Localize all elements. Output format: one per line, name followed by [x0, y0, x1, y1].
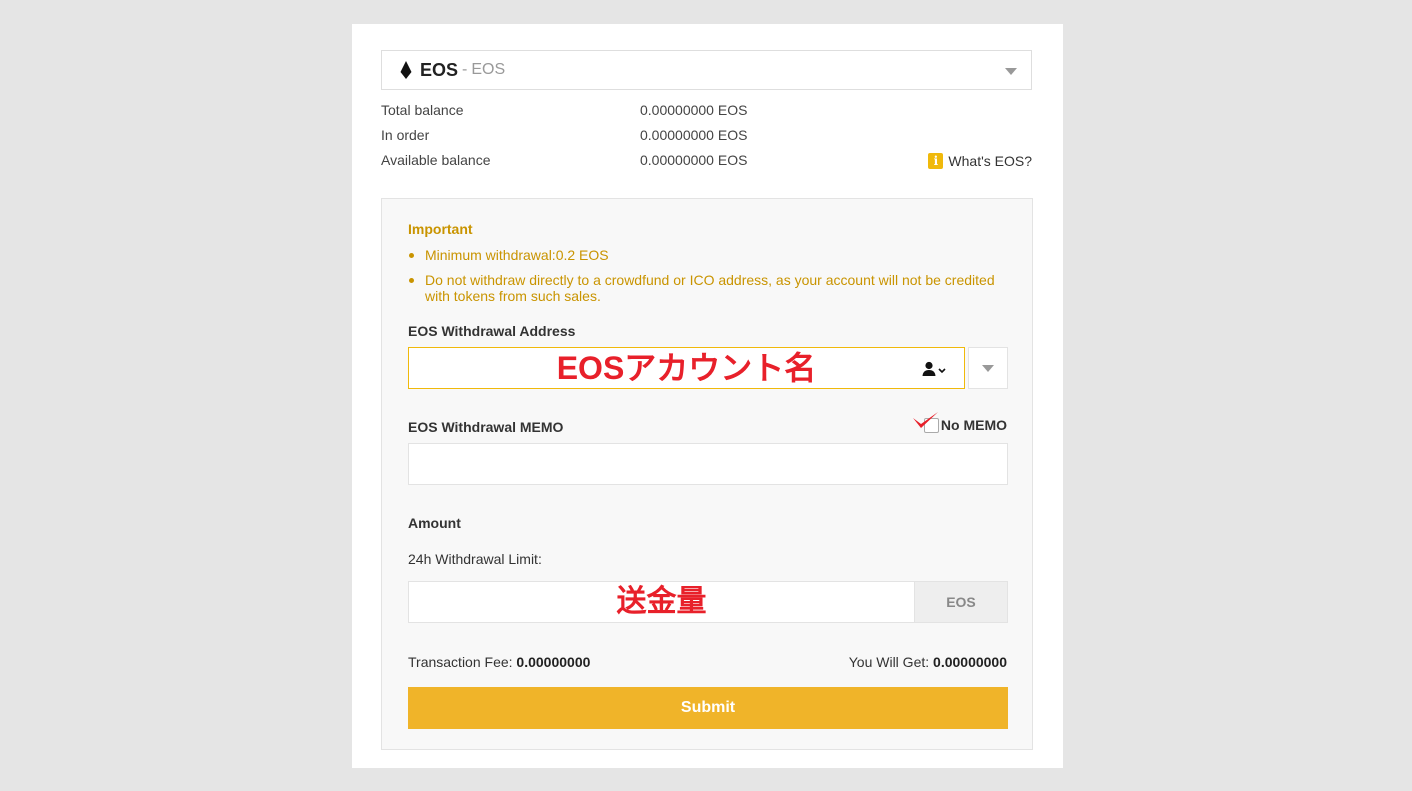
important-item: Do not withdraw directly to a crowdfund … [408, 272, 998, 304]
balance-value: 0.00000000 EOS [640, 102, 748, 118]
coin-name: EOS [471, 61, 506, 78]
important-item-text: Minimum withdrawal:0.2 EOS [425, 247, 609, 263]
fee-value: 0.00000000 [516, 654, 591, 670]
important-item-text: Do not withdraw directly to a crowdfund … [425, 272, 995, 304]
amount-input[interactable]: 送金量 [408, 581, 914, 623]
whats-eos-link[interactable]: i What's EOS? [928, 153, 1032, 169]
important-title: Important [408, 221, 473, 237]
important-item: Minimum withdrawal:0.2 EOS [408, 247, 998, 263]
balance-label: In order [381, 127, 430, 143]
fee-label: Transaction Fee: [408, 654, 513, 670]
amount-unit: EOS [914, 581, 1008, 623]
balance-label: Available balance [381, 152, 491, 168]
user-icon[interactable] [922, 361, 948, 377]
address-annotation: EOSアカウント名 [556, 350, 817, 386]
no-memo-label: No MEMO [940, 417, 1007, 433]
no-memo-toggle[interactable]: No MEMO [912, 411, 1007, 433]
info-icon: i [928, 153, 944, 169]
get-value: 0.00000000 [933, 654, 1007, 670]
bullet-icon [409, 278, 414, 283]
memo-label: EOS Withdrawal MEMO [408, 419, 564, 435]
checkmark-icon [912, 411, 938, 428]
coin-separator: - [462, 61, 468, 78]
balance-row-available: Available balance 0.00000000 EOS i What'… [381, 152, 1032, 170]
bullet-icon [409, 253, 414, 258]
coin-symbol: EOS [420, 59, 459, 80]
chevron-down-icon[interactable] [1005, 68, 1017, 75]
amount-annotation: 送金量 [616, 585, 707, 618]
balance-row-in-order: In order 0.00000000 EOS [381, 127, 1032, 145]
coin-selector[interactable]: EOS - EOS [381, 50, 1032, 90]
eos-icon [400, 61, 412, 79]
address-dropdown[interactable] [968, 347, 1008, 389]
withdraw-form-panel: Important Minimum withdrawal:0.2 EOS Do … [381, 198, 1033, 750]
transaction-fee: Transaction Fee: 0.00000000 [408, 654, 590, 670]
amount-label: Amount [408, 515, 461, 531]
whats-eos-label: What's EOS? [948, 153, 1032, 169]
no-memo-checkbox[interactable] [912, 411, 939, 433]
chevron-down-icon [982, 365, 994, 372]
withdrawal-limit-label: 24h Withdrawal Limit: [408, 551, 542, 567]
withdraw-card: EOS - EOS Total balance 0.00000000 EOS I… [352, 24, 1063, 768]
you-will-get: You Will Get: 0.00000000 [849, 654, 1007, 670]
get-label: You Will Get: [848, 654, 930, 670]
address-input[interactable]: EOSアカウント名 [408, 347, 965, 389]
balance-value: 0.00000000 EOS [640, 152, 748, 168]
address-label: EOS Withdrawal Address [408, 323, 576, 339]
balance-value: 0.00000000 EOS [640, 127, 748, 143]
balance-label: Total balance [381, 102, 464, 118]
memo-input[interactable] [408, 443, 1008, 485]
balance-row-total: Total balance 0.00000000 EOS [381, 102, 1032, 120]
submit-button[interactable]: Submit [408, 687, 1008, 729]
